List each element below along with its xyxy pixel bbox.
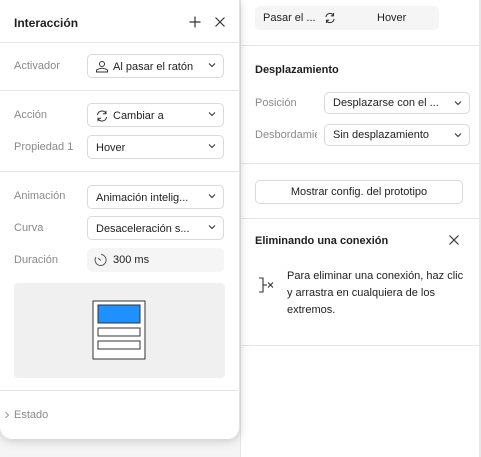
- close-icon[interactable]: [448, 234, 460, 246]
- hint-text: Para eliminar una conexión, haz clic y a…: [287, 270, 464, 316]
- chevron-down-icon: [454, 133, 462, 138]
- divider: [241, 345, 480, 346]
- interaction-popover: Interacción Activador Al pasar el ratón …: [0, 0, 240, 439]
- state-trigger-label: Pasar el ...: [263, 12, 316, 24]
- animation-dropdown[interactable]: Animación intelig...: [87, 185, 224, 209]
- duration-label: Duración: [14, 254, 59, 266]
- add-icon[interactable]: [188, 15, 202, 29]
- curve-dropdown[interactable]: Desaceleración s...: [87, 216, 224, 240]
- connection-remove-icon: [259, 277, 274, 293]
- show-prototype-settings-button[interactable]: Mostrar config. del prototipo: [255, 180, 463, 204]
- trigger-value: Al pasar el ratón: [113, 61, 194, 73]
- chevron-down-icon: [208, 225, 216, 230]
- properties-panel: Pasar el ... Hover Desplazamiento Posici…: [240, 0, 480, 457]
- state-toolbar: Pasar el ... Hover: [241, 0, 479, 46]
- chevron-down-icon: [208, 63, 216, 68]
- property-dropdown[interactable]: Hover: [87, 135, 224, 159]
- trigger-label: Activador: [14, 60, 60, 72]
- overflow-value: Sin desplazamiento: [333, 129, 430, 141]
- position-dropdown[interactable]: Desplazarse con el ...: [324, 92, 470, 114]
- chevron-down-icon: [208, 144, 216, 149]
- position-label: Posición: [255, 97, 297, 109]
- timer-icon: [94, 254, 107, 266]
- divider: [0, 171, 240, 172]
- divider: [241, 163, 480, 164]
- trigger-dropdown[interactable]: Al pasar el ratón: [87, 54, 224, 78]
- state-selector[interactable]: Pasar el ... Hover: [255, 6, 439, 30]
- animation-label: Animación: [14, 190, 66, 202]
- action-label: Acción: [14, 109, 48, 121]
- chevron-down-icon: [208, 112, 216, 117]
- curve-value: Desaceleración s...: [96, 223, 190, 235]
- curve-label: Curva: [14, 222, 44, 234]
- hint-title: Eliminando una conexión: [255, 235, 389, 247]
- state-value: Hover: [377, 12, 407, 24]
- popover-title: Interacción: [14, 16, 79, 30]
- property-label: Propiedad 1: [14, 141, 74, 153]
- swap-icon: [325, 12, 335, 24]
- state-section-toggle[interactable]: Estado: [4, 409, 48, 421]
- property-value: Hover: [96, 142, 126, 154]
- chevron-right-icon: [5, 411, 10, 419]
- scroll-section-title: Desplazamiento: [255, 64, 339, 76]
- frame-preview-illustration: [92, 300, 146, 360]
- animation-preview: [14, 283, 225, 378]
- chevron-down-icon: [454, 101, 462, 106]
- animation-value: Animación intelig...: [96, 192, 189, 204]
- overflow-label: Desbordamiento: [255, 129, 317, 141]
- divider: [0, 390, 240, 391]
- action-value: Cambiar a: [113, 110, 164, 122]
- duration-field[interactable]: 300 ms: [87, 248, 224, 272]
- divider: [0, 90, 240, 91]
- action-dropdown[interactable]: Cambiar a: [87, 103, 224, 127]
- overflow-dropdown[interactable]: Sin desplazamiento: [324, 124, 470, 146]
- hover-cursor-icon: [96, 61, 108, 73]
- divider: [241, 218, 480, 219]
- state-section-label: Estado: [14, 409, 49, 421]
- close-icon[interactable]: [213, 15, 227, 29]
- swap-icon: [97, 110, 107, 122]
- duration-value: 300 ms: [113, 254, 150, 266]
- divider: [0, 42, 240, 43]
- position-value: Desplazarse con el ...: [333, 97, 439, 109]
- chevron-down-icon: [208, 194, 216, 199]
